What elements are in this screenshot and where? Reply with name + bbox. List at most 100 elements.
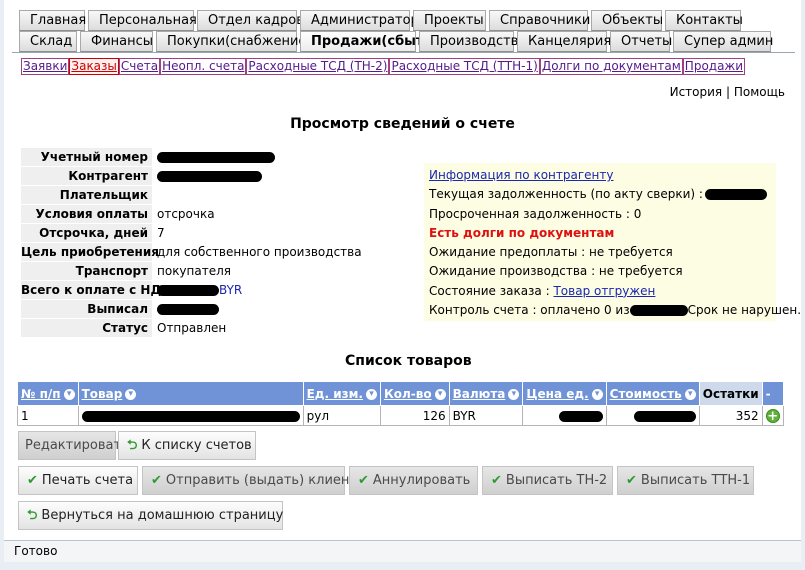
col-header-actions: - <box>761 381 784 406</box>
subnav-tsd-ttn1[interactable]: Расходные ТСД (ТТН-1) <box>389 58 540 75</box>
field-value: для собственного производства <box>157 245 362 259</box>
field-value: 7 <box>157 226 165 240</box>
field-account-number: Учетный номер <box>21 148 362 167</box>
tab-directories[interactable]: Справочники <box>489 10 590 31</box>
col-header-stock: Остатки <box>698 381 763 406</box>
issue-ttn1-button[interactable]: ✔ Выписать ТТН-1 <box>617 466 754 495</box>
subnav-divider <box>12 52 795 53</box>
field-status: Статус Отправлен <box>21 319 362 338</box>
field-value <box>152 186 157 205</box>
tab-warehouse[interactable]: Склад <box>19 31 77 52</box>
field-label: Отсрочка, дней <box>21 224 152 243</box>
button-label: Редактировать <box>25 438 129 453</box>
production-wait-row: Ожидание производства : не требуется <box>429 264 683 279</box>
contractor-info-panel: Информация по контрагенту Текущая задолж… <box>424 163 801 321</box>
field-label: Учетный номер <box>21 148 152 167</box>
cell-currency: BYR <box>448 405 524 426</box>
check-icon: ✔ <box>626 473 637 488</box>
status-bar: Готово <box>4 540 801 562</box>
col-header-qty[interactable]: Кол-во ▾ <box>379 381 450 406</box>
history-link[interactable]: История <box>670 85 723 99</box>
col-header-number[interactable]: № п/п ▾ <box>17 381 79 406</box>
sort-icon[interactable]: ▾ <box>591 388 603 400</box>
button-label: Отправить (выдать) клиенту <box>165 473 365 488</box>
contractor-info-link[interactable]: Информация по контрагенту <box>429 168 613 182</box>
tab-production[interactable]: Производство <box>419 31 526 52</box>
tab-reports[interactable]: Отчеты <box>610 31 672 52</box>
sort-icon[interactable]: ▾ <box>63 388 75 400</box>
cancel-invoice-button[interactable]: ✔ Аннулировать <box>349 466 478 495</box>
tab-sales[interactable]: Продажи(сбыт) <box>300 31 429 52</box>
header-label: Валюта <box>452 386 506 401</box>
tab-home[interactable]: Главная <box>19 10 86 31</box>
tab-contacts[interactable]: Контакты <box>665 10 743 31</box>
order-state-link[interactable]: Товар отгружен <box>553 284 655 298</box>
field-delay-days: Отсрочка, дней 7 <box>21 224 362 243</box>
sort-icon[interactable]: ▾ <box>125 388 137 400</box>
tab-hr[interactable]: Отдел кадров <box>197 10 304 31</box>
subnav-doc-debts[interactable]: Долги по документам <box>539 58 683 75</box>
cell-action: + <box>761 405 784 426</box>
tab-personal[interactable]: Персональная <box>88 10 197 31</box>
tab-office[interactable]: Канцелярия <box>517 31 611 52</box>
field-payer: Плательщик <box>21 186 362 205</box>
col-header-product[interactable]: Товар ▾ <box>77 381 304 406</box>
col-header-currency[interactable]: Валюта ▾ <box>448 381 524 406</box>
redacted-value <box>157 285 219 296</box>
doc-debts-warning: Есть долги по документам <box>429 225 615 240</box>
edit-button[interactable]: Редактировать <box>18 431 129 460</box>
return-home-button[interactable]: ⮌ Вернуться на домашнюю страницу <box>18 501 283 530</box>
help-link[interactable]: Помощь <box>734 85 785 99</box>
redacted-value <box>157 171 262 182</box>
field-label: Выписал <box>21 300 152 319</box>
goods-table: № п/п ▾ Товар ▾ Ед. изм. ▾ Кол-во ▾ Валюта ▾ … <box>17 381 784 426</box>
tab-finance[interactable]: Финансы <box>80 31 153 52</box>
sort-icon[interactable]: ▾ <box>434 388 446 400</box>
prepay-wait-row: Ожидание предоплаты : не требуется <box>429 245 673 260</box>
add-icon[interactable]: + <box>765 408 780 423</box>
invoice-fields: Учетный номер Контрагент Плательщик Усло… <box>21 148 362 338</box>
tab-projects[interactable]: Проекты <box>413 10 486 31</box>
subnav-unpaid-invoices[interactable]: Неопл. счета <box>160 58 247 75</box>
field-issued-by: Выписал <box>21 300 362 319</box>
sort-icon[interactable]: ▾ <box>365 388 377 400</box>
col-header-cost[interactable]: Стоимость ▾ <box>605 381 700 406</box>
window-bottom-edge <box>0 562 805 570</box>
redacted-value <box>157 152 275 163</box>
button-label: К списку счетов <box>141 438 252 453</box>
col-header-price[interactable]: Цена ед. ▾ <box>522 381 607 406</box>
header-label: Стоимость <box>609 386 682 401</box>
button-label: Аннулировать <box>372 473 471 488</box>
col-header-unit[interactable]: Ед. изм. ▾ <box>302 381 381 406</box>
cell-number: 1 <box>17 405 79 426</box>
return-arrow-icon: ⮌ <box>27 508 38 523</box>
main-tabs-row-2: Склад Финансы Покупки(снабжение) Продажи… <box>19 31 774 52</box>
subnav-invoices[interactable]: Счета <box>118 58 161 75</box>
header-label: № п/п <box>21 386 61 401</box>
button-label: Выписать ТН-2 <box>505 473 608 488</box>
sort-icon[interactable]: ▾ <box>508 388 520 400</box>
field-value: покупателя <box>157 264 231 278</box>
subnav-tsd-tn2[interactable]: Расходные ТСД (ТН-2) <box>246 58 390 75</box>
redacted-value <box>157 304 219 315</box>
field-contractor: Контрагент <box>21 167 362 186</box>
tab-purchases[interactable]: Покупки(снабжение) <box>156 31 312 52</box>
control-prefix: Контроль счета : оплачено 0 из <box>429 303 630 318</box>
tab-super-admin[interactable]: Супер админ <box>673 31 773 52</box>
subnav-sales[interactable]: Продажи <box>682 58 746 75</box>
field-value: BYR <box>152 281 242 300</box>
overdue-debt-row: Просроченная задолженность : 0 <box>429 206 642 221</box>
tab-admin[interactable]: Администратор <box>300 10 419 31</box>
sort-icon[interactable]: ▾ <box>684 388 696 400</box>
send-to-client-button[interactable]: ✔ Отправить (выдать) клиенту <box>142 466 365 495</box>
subnav-orders[interactable]: Заказы <box>69 58 119 75</box>
status-text: Готово <box>14 544 58 558</box>
print-invoice-button[interactable]: ✔ Печать счета <box>18 466 138 495</box>
back-to-list-button[interactable]: ⮌ К списку счетов <box>118 431 256 460</box>
tab-objects[interactable]: Объекты <box>591 10 663 31</box>
main-tabs-row-1: Главная Персональная Отдел кадров Админи… <box>19 10 744 31</box>
issue-tn2-button[interactable]: ✔ Выписать ТН-2 <box>482 466 613 495</box>
header-label: Товар <box>81 386 123 401</box>
sub-navigation: Заявки Заказы Счета Неопл. счета Расходн… <box>21 58 746 75</box>
subnav-requests[interactable]: Заявки <box>21 58 70 75</box>
